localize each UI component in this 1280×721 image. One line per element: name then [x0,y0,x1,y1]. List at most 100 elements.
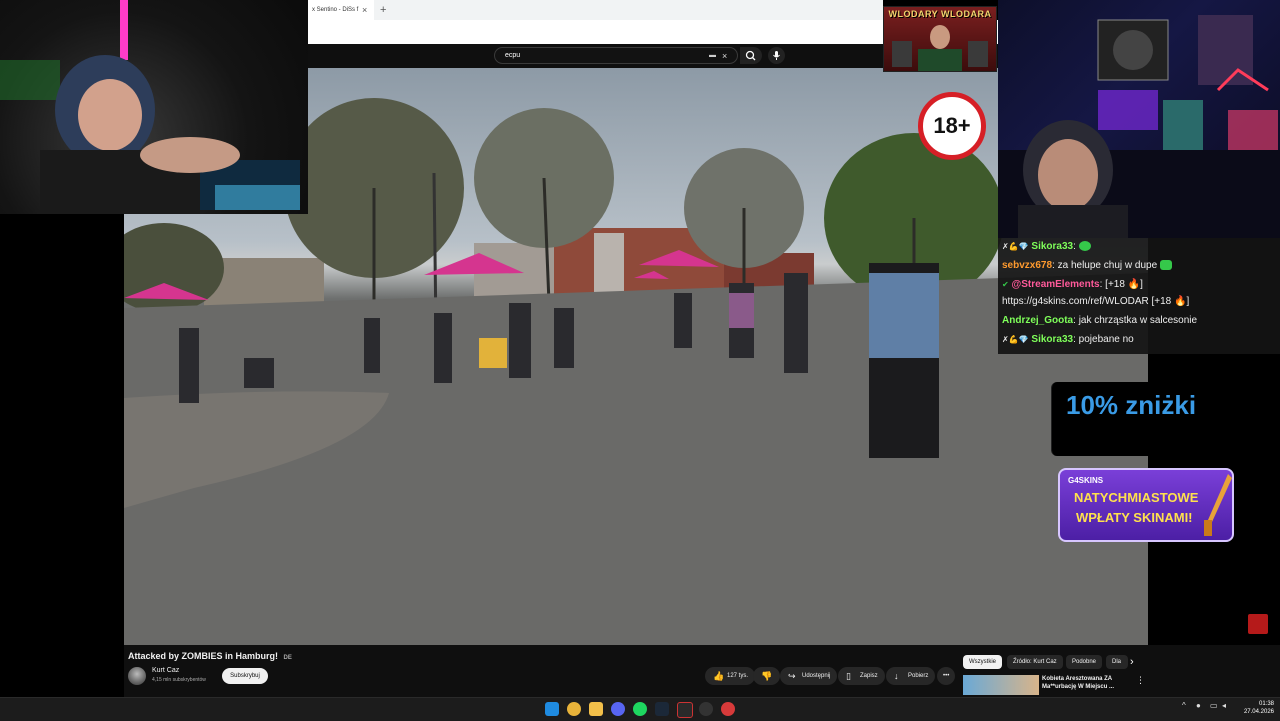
search-query: ecpu [505,52,521,59]
more-actions-button[interactable]: ••• [937,667,956,685]
chat-username[interactable]: Sikora33 [1031,241,1073,252]
bookmark-icon: ▯ [846,671,851,681]
speaker-tray-icon[interactable]: ◂ [1222,701,1226,710]
windows-taskbar: ^ ● ▭ ◂ 01:38 27.04.2026 [0,697,1280,721]
voice-search-button[interactable] [768,47,785,64]
browser-tab-strip: x Sentino - DiSs f × + [308,0,883,20]
chat-message: ✔ @StreamElements: [+18 🔥] [1002,278,1143,292]
thumbs-up-icon: 👍 [713,671,725,681]
chrome-profile-icon[interactable] [721,702,735,716]
webcam-scene [0,0,300,214]
video-title: Attacked by ZOMBIES in Hamburg! DE [128,651,292,661]
dislike-button[interactable]: 👎 [753,667,781,685]
discord-icon[interactable] [611,702,625,716]
emote-icon [1078,241,1091,252]
new-tab-button[interactable]: + [380,0,386,20]
discount-overlay: 10% zniżki [1051,382,1230,456]
chat-message: ✗💪💎 Sikora33: [1002,240,1091,254]
thumbs-down-icon: 👎 [761,671,773,681]
g4skins-promo: G4SKINS NATYCHMIASTOWE WPŁATY SKINAMI! [1058,468,1234,542]
spotify-icon[interactable] [633,702,647,716]
chat-username[interactable]: @StreamElements [1011,279,1099,290]
video-title-text: Attacked by ZOMBIES in Hamburg! [128,651,279,661]
subscriber-count: 4,15 mln subskrybentów [152,677,206,683]
chat-message: ✗💪💎 Sikora33: pojebane no [1002,333,1134,347]
display-tray-icon[interactable]: ▭ [1210,701,1218,710]
share-button[interactable]: ↪ Udostępnij [780,667,838,685]
chip-for-you[interactable]: Dla [1106,655,1128,669]
channel-banner: WLODARY WLODARA [883,6,997,72]
system-clock[interactable]: 01:38 27.04.2026 [1236,700,1274,716]
subscribe-button[interactable]: Subskrybuj [222,668,268,684]
video-title-suffix: DE [283,655,292,661]
recommendation-thumbnail[interactable] [963,675,1039,695]
chip-all[interactable]: Wszystkie [963,655,1002,669]
chat-message-continuation: https://g4skins.com/ref/WLODAR [+18 🔥] [1002,295,1189,309]
search-input[interactable]: ecpu ▬ × [494,47,738,64]
chip-source[interactable]: Źródło: Kurt Caz [1007,655,1063,669]
like-count: 127 tys. [727,673,749,679]
save-label: Zapisz [860,673,878,679]
start-menu-icon[interactable] [545,702,559,716]
clear-search-icon[interactable]: × [722,48,727,64]
chips-next-icon[interactable]: › [1130,655,1134,669]
file-explorer-icon[interactable] [589,702,603,716]
chat-colon: : [1073,241,1079,252]
chrome-icon[interactable] [567,702,581,716]
download-button[interactable]: ↓ Pobierz [886,667,936,685]
banner-text: WLODARY WLODARA [888,9,992,19]
chip-related[interactable]: Podobne [1066,655,1103,669]
download-label: Pobierz [908,673,929,679]
banner-figure [892,25,988,71]
clock-time: 01:38 [1258,701,1274,707]
obs-icon[interactable] [699,702,713,716]
chat-badge-icons: ✗💪💎 [1002,242,1029,251]
age-rating-badge: 18+ [918,92,986,160]
webcam-scene [998,15,1280,238]
like-button[interactable]: 👍 127 tys. [705,667,756,685]
recommendation-title[interactable]: Kobieta Aresztowana ZA Ma**urbację W Mie… [1042,675,1132,691]
tray-chevron-icon[interactable]: ^ [1182,701,1186,710]
chat-text: [+18 🔥] [1105,279,1143,290]
promo-line-2: WPŁATY SKINAMI! [1076,510,1193,525]
search-button[interactable] [740,47,762,64]
chat-message: sebvzx678: za helupe chuj w dupe [1002,259,1172,273]
discount-text: 10% zniżki [1066,390,1197,420]
tab-title: x Sentino - DiSs f [312,7,359,13]
youtube-video-info: Attacked by ZOMBIES in Hamburg! DE Kurt … [124,645,1280,697]
share-icon: ↪ [788,671,796,681]
tab-close-icon[interactable]: × [362,0,367,20]
streamer-webcam-left [0,0,308,214]
recommendation-menu-icon[interactable]: ⋮ [1136,675,1145,686]
chat-badge-icons: ✗💪💎 [1002,335,1029,344]
chat-text: za helupe chuj w dupe [1057,260,1158,271]
save-button[interactable]: ▯ Zapisz [838,667,885,685]
steam-icon[interactable] [655,702,669,716]
chat-username[interactable]: Andrzej_Goota [1002,315,1073,326]
chat-text: https://g4skins.com/ref/WLODAR [+18 🔥] [1002,296,1190,307]
share-label: Udostępnij [802,673,831,679]
microphone-tray-icon[interactable]: ● [1196,701,1201,710]
channel-name[interactable]: Kurt Caz [152,667,179,674]
knife-icon [1204,474,1232,536]
chat-username[interactable]: sebvzx678 [1002,260,1052,271]
streamer-webcam-right [998,0,1280,238]
g4skins-logo: G4SKINS [1068,476,1104,485]
keyboard-icon[interactable]: ▬ [709,48,716,64]
chat-username[interactable]: Sikora33 [1031,334,1073,345]
stream-chat: ✗💪💎 Sikora33: sebvzx678: za helupe chuj … [998,238,1280,354]
emote-icon [1159,260,1172,271]
chat-text: jak chrząstka w salcesonie [1078,315,1198,326]
microphone-icon [773,51,780,60]
verified-badge-icon: ✔ [1002,280,1009,289]
chat-text: pojebane no [1078,334,1134,345]
clock-date: 27.04.2026 [1243,709,1274,715]
channel-logo-icon [1248,614,1268,634]
channel-avatar[interactable] [128,667,146,685]
more-icon: ••• [943,673,950,679]
promo-line-1: NATYCHMIASTOWE [1074,490,1199,505]
chat-message: Andrzej_Goota: jak chrząstka w salcesoni… [1002,314,1197,328]
search-icon [745,50,756,61]
app-icon[interactable] [677,702,693,718]
download-icon: ↓ [894,671,899,681]
